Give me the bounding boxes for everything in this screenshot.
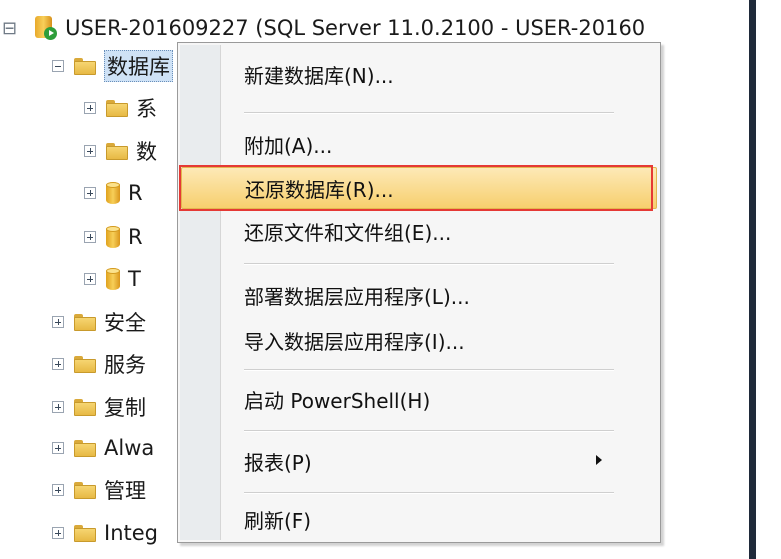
tree-node-label: 系 [136,97,157,121]
menu-separator [244,492,614,494]
tree-node-management[interactable]: 管理 [52,472,146,508]
menu-separator [244,369,614,371]
menu-item-label: 报表(P) [244,450,312,475]
expand-icon[interactable] [52,527,64,539]
menu-separator [244,430,614,432]
folder-icon [74,481,96,499]
expand-icon[interactable] [52,401,64,413]
collapse-icon[interactable] [52,60,64,72]
tree-node-label: 复制 [104,396,146,420]
menu-item-start-powershell[interactable]: 启动 PowerShell(H) [220,378,656,420]
folder-icon [74,355,96,373]
menu-item-label: 还原文件和文件组(E)... [244,220,452,245]
server-label: USER-201609227 (SQL Server 11.0.2100 - U… [65,16,646,40]
expand-icon[interactable] [52,484,64,496]
tree-node-label: 管理 [104,479,146,503]
tree-node-label: R [128,181,143,205]
tree-node-database[interactable]: R [84,219,143,255]
tree-node-label: Alwa [104,436,155,460]
tree-node-database-snapshots[interactable]: 数 [84,133,157,169]
tree-node-replication[interactable]: 复制 [52,389,146,425]
menu-item-refresh[interactable]: 刷新(F) [220,498,656,540]
menu-item-label: 新建数据库(N)... [244,63,394,88]
tree-node-label: 服务 [104,353,146,377]
menu-item-restore-database[interactable]: 还原数据库(R)... [181,167,657,209]
folder-icon [74,57,96,75]
menu-item-label: 附加(A)... [244,133,333,158]
window-edge [749,0,781,559]
folder-icon [74,313,96,331]
folder-icon [74,439,96,457]
menu-item-attach[interactable]: 附加(A)... [220,123,656,165]
expand-icon[interactable] [84,273,96,285]
collapse-glyph-icon[interactable]: ⊟ [2,18,17,39]
tree-node-system-databases[interactable]: 系 [84,90,157,126]
menu-item-import-data-tier-app[interactable]: 导入数据层应用程序(I)... [220,319,656,361]
submenu-arrow-icon [596,455,602,465]
tree-node-alwayson[interactable]: Alwa [52,430,154,466]
tree-node-database[interactable]: R [84,175,143,211]
context-menu: 新建数据库(N)... 附加(A)... 还原数据库(R)... 还原文件和文件… [177,42,661,543]
tree-node-label: 数 [136,140,157,164]
menu-item-label: 启动 PowerShell(H) [244,388,431,413]
menu-item-restore-files-filegroups[interactable]: 还原文件和文件组(E)... [220,210,656,252]
expand-icon[interactable] [52,442,64,454]
folder-icon [106,142,128,160]
expand-icon[interactable] [52,316,64,328]
tree-node-label: T [128,267,141,291]
tree-node-security[interactable]: 安全 [52,304,146,340]
menu-item-label: 部署数据层应用程序(L)... [244,284,470,309]
server-node[interactable]: ⊟ USER-201609227 (SQL Server 11.0.2100 -… [2,10,645,46]
menu-item-deploy-data-tier-app[interactable]: 部署数据层应用程序(L)... [220,274,656,316]
server-running-icon [35,16,58,40]
folder-icon [74,398,96,416]
tree-node-server-objects[interactable]: 服务 [52,346,146,382]
tree-node-database[interactable]: T [84,261,141,297]
folder-icon [74,524,96,542]
expand-icon[interactable] [52,358,64,370]
tree-node-label: R [128,225,143,249]
menu-separator [244,112,614,114]
menu-item-label: 还原数据库(R)... [245,177,394,202]
menu-separator [244,263,614,265]
expand-icon[interactable] [84,187,96,199]
database-icon [106,268,120,290]
menu-item-new-database[interactable]: 新建数据库(N)... [220,53,656,95]
menu-icon-gutter [180,45,221,540]
menu-item-label: 导入数据层应用程序(I)... [244,329,465,354]
database-icon [106,226,120,248]
folder-icon [106,99,128,117]
tree-node-databases[interactable]: 数据库 [52,48,173,84]
tree-node-integration-services[interactable]: Integ [52,515,158,551]
tree-node-label: Integ [104,521,158,545]
expand-icon[interactable] [84,145,96,157]
database-icon [106,182,120,204]
tree-node-label: 数据库 [104,50,173,82]
expand-icon[interactable] [84,231,96,243]
menu-item-reports[interactable]: 报表(P) [220,440,656,482]
menu-item-label: 刷新(F) [244,508,312,533]
tree-node-label: 安全 [104,311,146,335]
expand-icon[interactable] [84,102,96,114]
